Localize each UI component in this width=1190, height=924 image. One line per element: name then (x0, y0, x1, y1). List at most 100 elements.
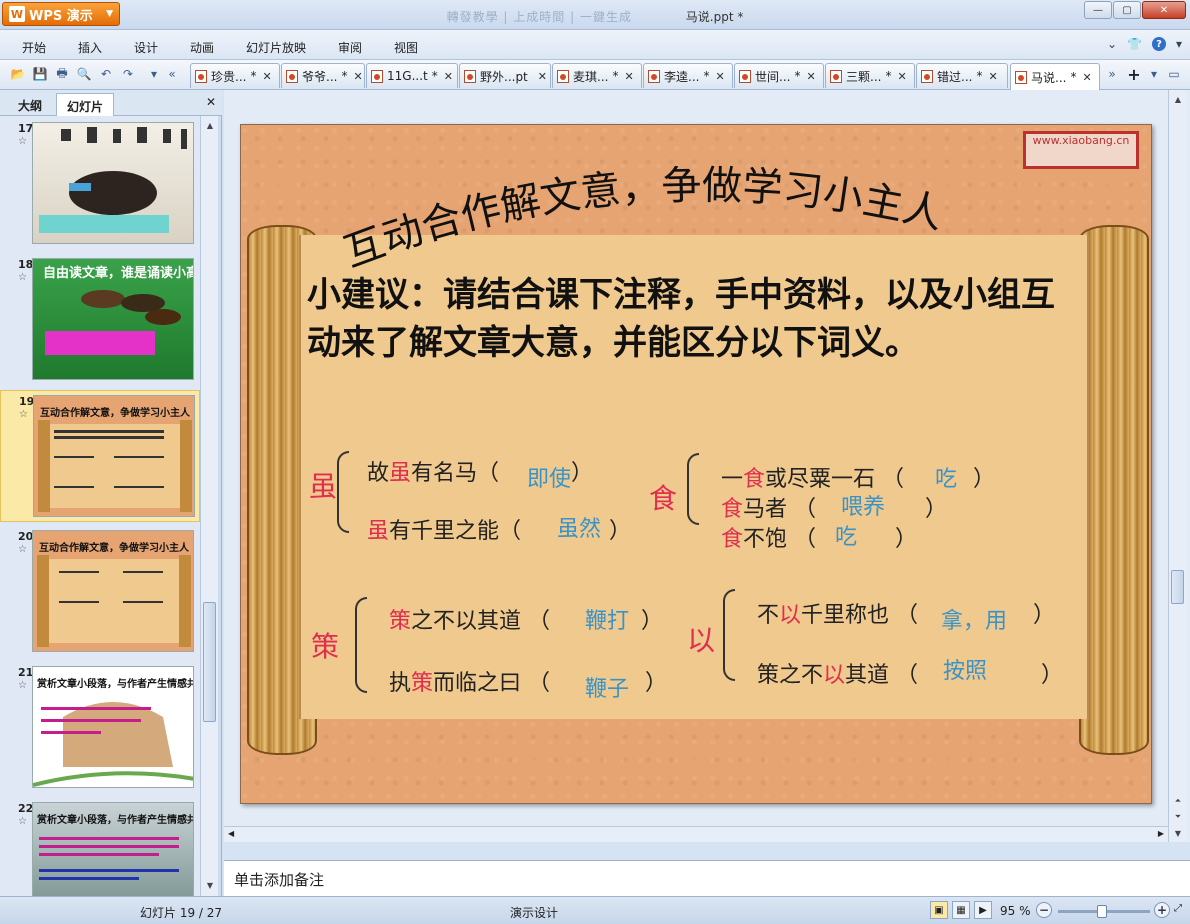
close-tab-icon[interactable]: ✕ (353, 70, 362, 83)
close-tab-icon[interactable]: ✕ (988, 70, 997, 83)
window-title-text: 马说.ppt * (685, 10, 744, 24)
thumb-graphic: 自由读文章，谁是诵读小高手 (43, 265, 194, 355)
normal-view-icon[interactable]: ▣ (930, 901, 948, 919)
quick-access-dropdown-icon[interactable]: ▾ (146, 66, 162, 82)
zoom-slider-knob[interactable] (1097, 905, 1108, 918)
char-yi: 以 (687, 624, 716, 657)
doc-tab-8[interactable]: 三颗... * ✕ (825, 63, 915, 88)
slide-title: 互动合作解文意，争做学习小主人 (338, 163, 948, 277)
ppt-file-icon (371, 69, 383, 83)
scrollbar-thumb[interactable] (203, 602, 216, 722)
scroll-down-icon[interactable]: ▼ (203, 878, 217, 892)
scroll-left-icon[interactable]: ◀ (228, 829, 234, 838)
star-icon: ☆ (18, 680, 27, 691)
next-slide-icon[interactable]: ⏷ (1171, 810, 1185, 824)
menu-animation[interactable]: 动画 (190, 39, 214, 56)
star-icon: ☆ (18, 272, 27, 283)
maximize-button[interactable]: ▢ (1113, 1, 1141, 19)
scroll-right-icon[interactable]: ▶ (1158, 829, 1164, 838)
zoom-in-icon[interactable]: + (1154, 902, 1170, 918)
save-icon[interactable]: 💾 (32, 66, 48, 82)
answer-anzhao: 按照 (943, 659, 988, 684)
menu-slideshow[interactable]: 幻灯片放映 (246, 39, 306, 56)
slide-thumb-20[interactable]: 20 ☆ 互动合作解文意，争做学习小主人 (0, 526, 200, 658)
new-tab-dropdown-icon[interactable]: ▾ (1146, 66, 1162, 82)
zoom-slider[interactable] (1058, 905, 1150, 918)
close-tab-icon[interactable]: ✕ (1082, 71, 1091, 84)
zoom-out-icon[interactable]: − (1036, 902, 1052, 918)
menu-view[interactable]: 视图 (394, 39, 418, 56)
tab-list-icon[interactable]: ▭ (1166, 66, 1182, 82)
slide-thumb-image: 互动合作解文意，争做学习小主人 (33, 395, 195, 517)
slide-scrollbar[interactable]: ▲ ⏶ ⏷ ▼ (1168, 90, 1186, 842)
slide-thumb-21[interactable]: 21 ☆ 赏析文章小段落，与作者产生情感共鸣 (0, 662, 200, 794)
close-tab-icon[interactable]: ✕ (715, 70, 724, 83)
print-preview-icon[interactable]: 🔍 (76, 66, 92, 82)
print-icon[interactable]: 🖶 (54, 66, 70, 82)
tabs-scroll-right-icon[interactable]: » (1104, 66, 1120, 82)
close-window-button[interactable]: ✕ (1142, 1, 1186, 19)
doc-tab-9[interactable]: 错过... * ✕ (916, 63, 1008, 88)
close-panel-icon[interactable]: ✕ (206, 95, 216, 109)
slide-thumb-image: 赏析文章小段落，与作者产生情感共鸣 (32, 666, 194, 788)
slide-thumb-22[interactable]: 22 ☆ 赏析文章小段落，与作者产生情感共鸣 (0, 798, 200, 896)
answer-na-yong: 拿，用 (941, 609, 1008, 634)
slide-counter: 幻灯片 19 / 27 (140, 906, 223, 920)
slide-thumb-17[interactable]: 17 ☆ (0, 118, 200, 250)
doc-tab-5[interactable]: 麦琪... * ✕ (552, 63, 642, 88)
answer-suiran: 虽然 (557, 517, 602, 542)
title-bar: W WPS 演示 ▼ 轉發教學 | 上成時間 | 一鍵生成 马说.ppt * —… (0, 0, 1190, 30)
thumbnail-scrollbar[interactable]: ▲ ▼ (200, 116, 218, 896)
scroll-up-icon[interactable]: ▲ (203, 118, 217, 132)
minimize-button[interactable]: — (1084, 1, 1112, 19)
open-folder-icon[interactable]: 📂 (10, 66, 26, 82)
close-tab-icon[interactable]: ✕ (897, 70, 906, 83)
menu-design[interactable]: 设计 (134, 39, 158, 56)
doc-tab-active[interactable]: 马说... * ✕ (1010, 63, 1100, 90)
scroll-up-icon[interactable]: ▲ (1171, 92, 1185, 106)
yi-line-2: 策之不以其道 （ (757, 663, 919, 688)
close-tab-icon[interactable]: ✕ (262, 70, 271, 83)
tab-slides[interactable]: 幻灯片 (56, 93, 115, 116)
menu-home[interactable]: 开始 (22, 39, 46, 56)
doc-tab-3[interactable]: 11G...t * ✕ (366, 63, 458, 88)
tab-outline[interactable]: 大纲 (8, 93, 52, 116)
menu-insert[interactable]: 插入 (78, 39, 102, 56)
slide-sorter-view-icon[interactable]: ▦ (952, 901, 970, 919)
redo-icon[interactable]: ↷ (120, 66, 136, 82)
answer-chi-2: 吃 (835, 525, 858, 550)
help-dropdown-icon[interactable]: ▾ (1176, 37, 1182, 51)
close-tab-icon[interactable]: ✕ (444, 70, 453, 83)
doc-tab-1[interactable]: 珍贵... * ✕ (190, 63, 280, 88)
tabs-scroll-left-icon[interactable]: « (164, 66, 180, 82)
close-tab-icon[interactable]: ✕ (624, 70, 633, 83)
horizontal-scrollbar[interactable]: ◀ ▶ (224, 826, 1168, 842)
new-tab-icon[interactable]: + (1126, 65, 1142, 84)
doc-tab-7[interactable]: 世间... * ✕ (734, 63, 824, 88)
scrollbar-thumb[interactable] (1171, 570, 1184, 604)
close-tab-icon[interactable]: ✕ (538, 70, 547, 83)
skin-icon[interactable]: 👕 (1127, 37, 1142, 51)
current-slide[interactable]: www.xiaobang.cn 互动合作解文意，争做学习小主人 小建议：请结合课… (240, 124, 1152, 804)
doc-tab-4[interactable]: 野外...pt ✕ (459, 63, 551, 88)
fit-window-icon[interactable]: ⤢ (1174, 903, 1182, 914)
menu-review[interactable]: 审阅 (338, 39, 362, 56)
close-tab-icon[interactable]: ✕ (806, 70, 815, 83)
thumb-graphic: 赏析文章小段落，与作者产生情感共鸣 (37, 813, 193, 880)
notes-pane[interactable]: 单击添加备注 (224, 860, 1190, 896)
answer-bianzi: 鞭子 (585, 677, 630, 702)
doc-tab-2[interactable]: 爷爷... * ✕ (281, 63, 365, 88)
slide-thumb-18[interactable]: 18 ☆ 自由读文章，谁是诵读小高手 (0, 254, 200, 386)
slideshow-view-icon[interactable]: ▶ (974, 901, 992, 919)
slide-thumb-image: 自由读文章，谁是诵读小高手 (32, 258, 194, 380)
scroll-down-icon[interactable]: ▼ (1171, 826, 1185, 840)
slide-thumb-19[interactable]: 19 ☆ 互动合作解文意，争做学习小主人 (0, 390, 200, 522)
svg-text:自由读文章，谁是诵读小高手: 自由读文章，谁是诵读小高手 (43, 265, 194, 281)
undo-icon[interactable]: ↶ (98, 66, 114, 82)
help-icon[interactable]: ? (1151, 37, 1166, 51)
doc-tab-6[interactable]: 李逵... * ✕ (643, 63, 733, 88)
collapse-ribbon-icon[interactable]: ⌄ (1107, 37, 1117, 51)
answer-chi: 吃 (935, 467, 958, 492)
ppt-file-icon (464, 69, 476, 83)
previous-slide-icon[interactable]: ⏶ (1171, 794, 1185, 808)
